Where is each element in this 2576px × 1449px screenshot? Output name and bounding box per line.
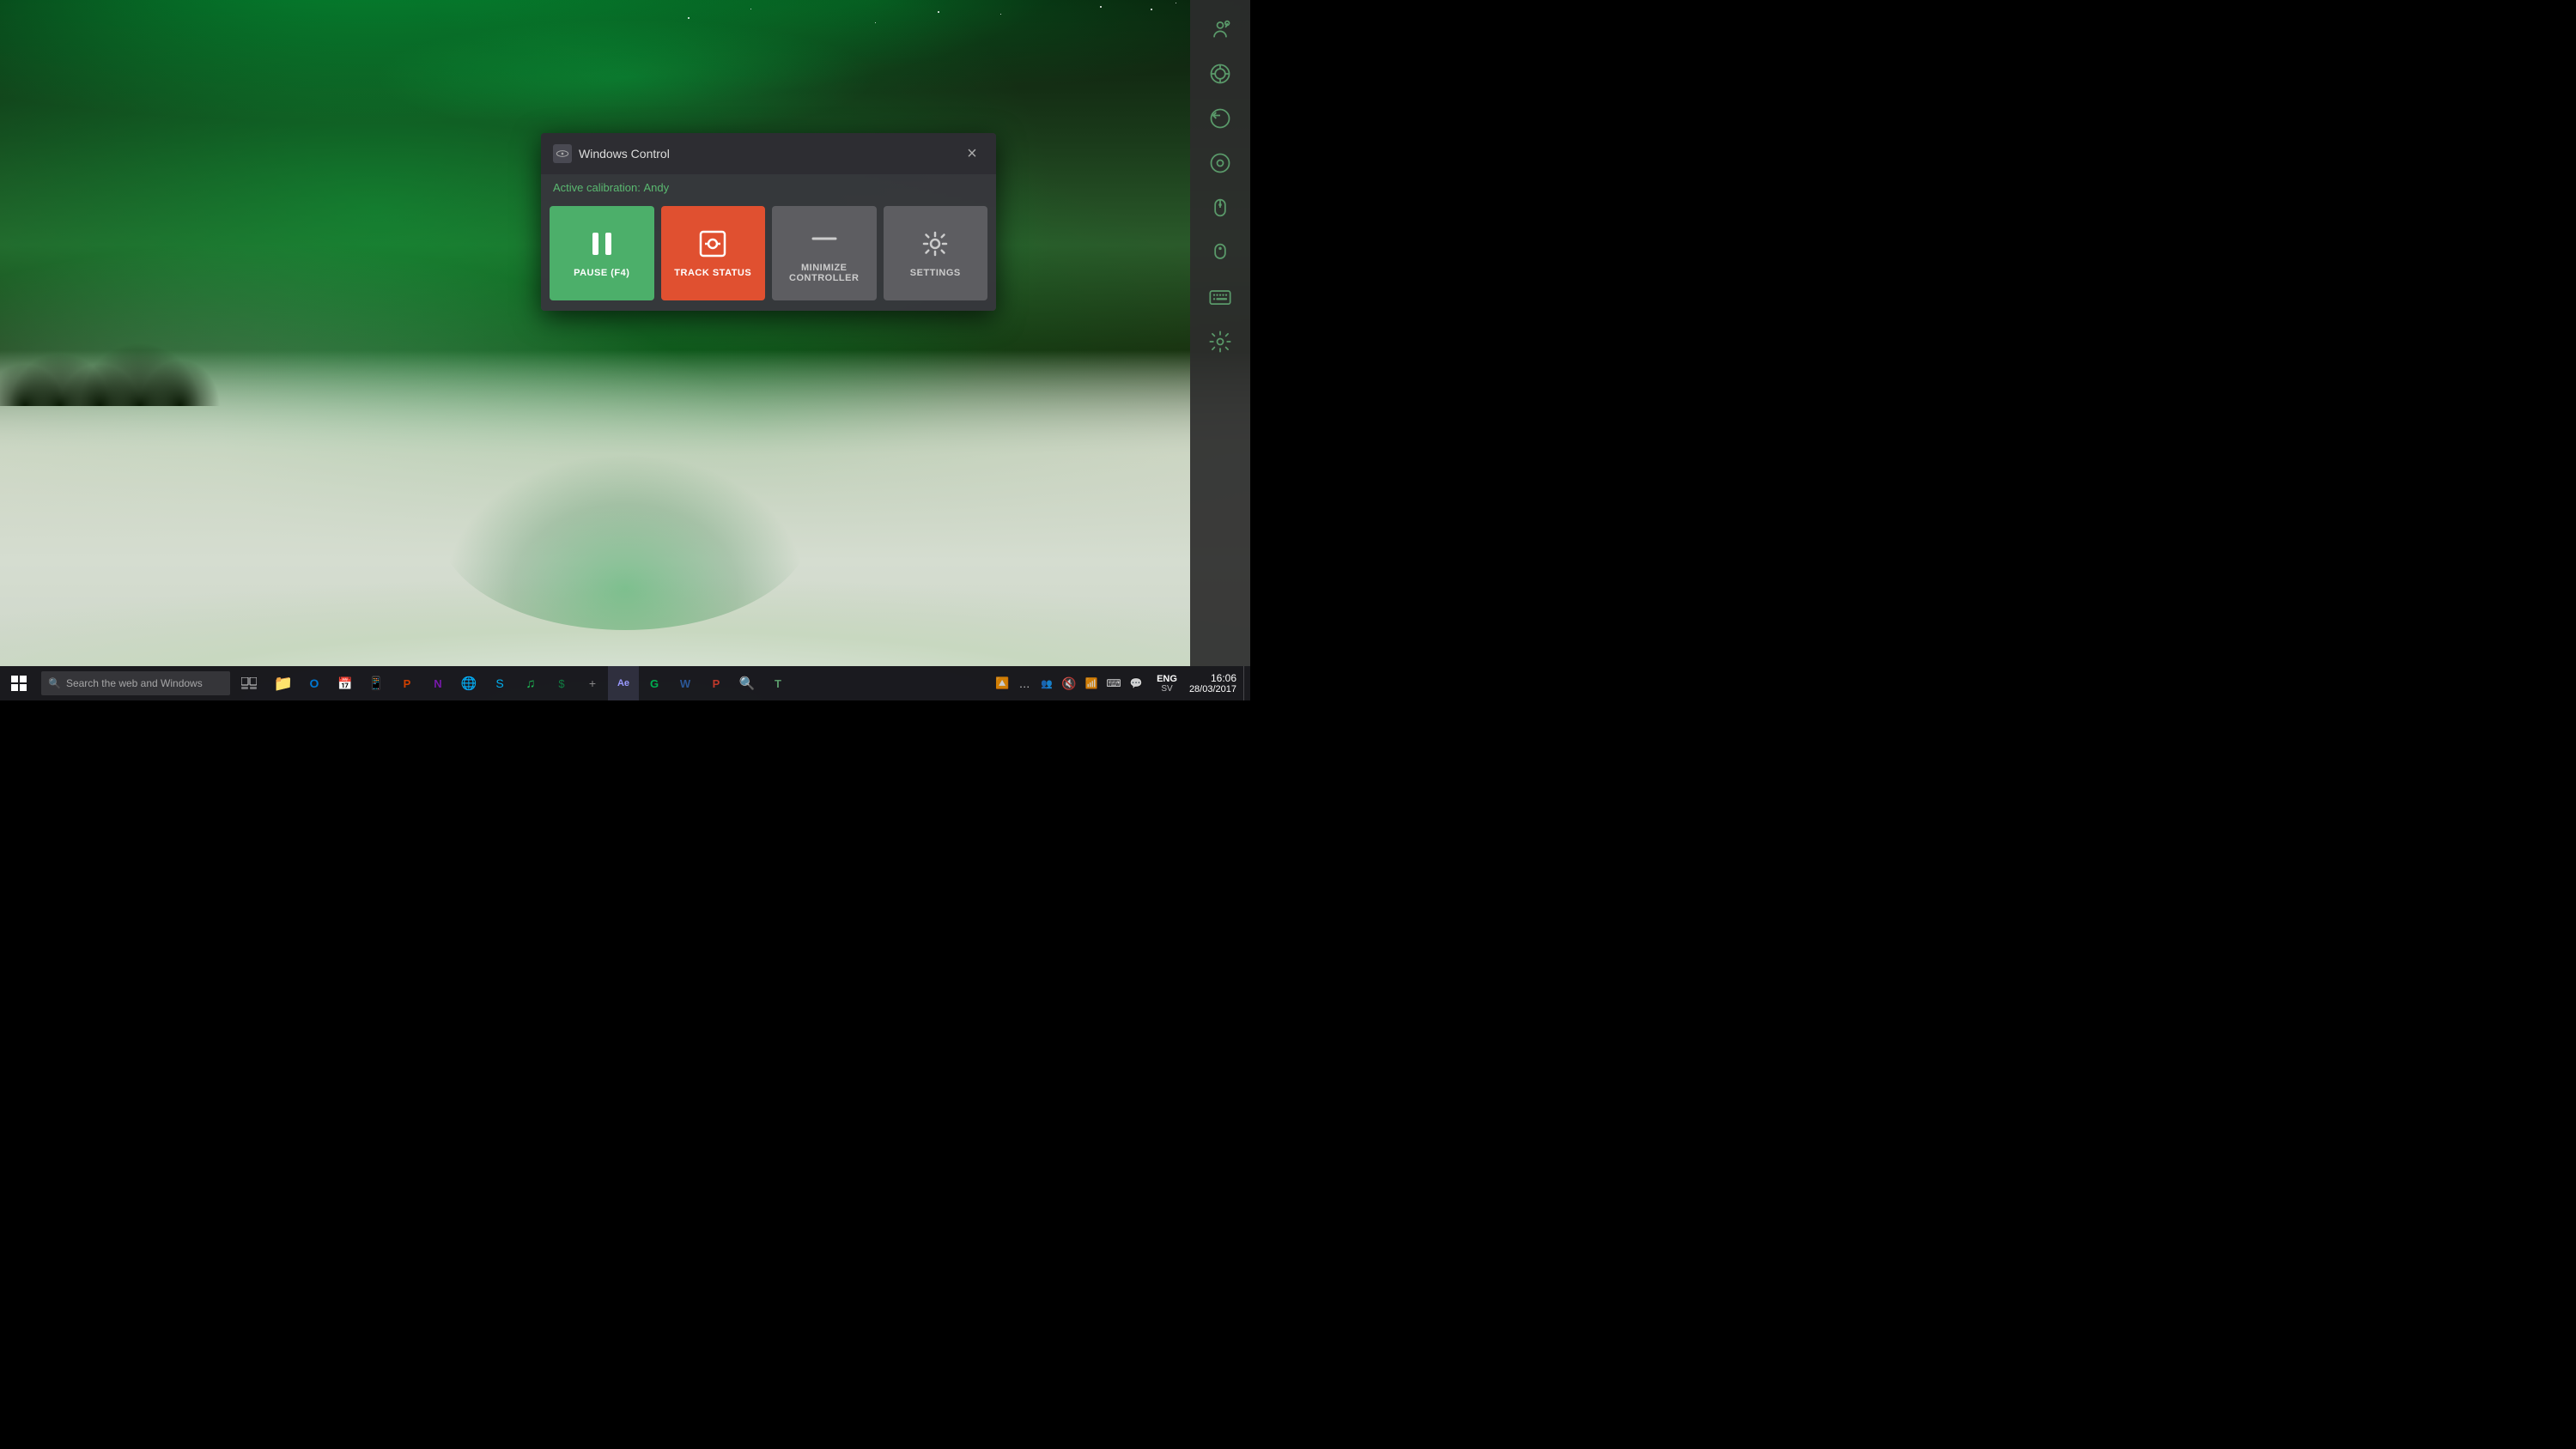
taskbar-app-pptx[interactable]: P xyxy=(701,666,732,700)
taskbar-language[interactable]: ENG SV xyxy=(1151,666,1182,700)
taskbar-app-green[interactable]: G xyxy=(639,666,670,700)
pause-button[interactable]: PAUSE (F4) xyxy=(550,206,654,300)
tray-wifi[interactable]: 📶 xyxy=(1081,666,1102,700)
dialog-title-text: Windows Control xyxy=(579,147,670,161)
taskbar-app-skype[interactable]: S xyxy=(484,666,515,700)
taskbar-app-powerpoint[interactable]: P xyxy=(392,666,422,700)
search-placeholder: Search the web and Windows xyxy=(66,677,203,689)
show-desktop-button[interactable] xyxy=(1243,666,1250,700)
taskbar-app-tobii[interactable]: T xyxy=(762,666,793,700)
dialog-title-area: Windows Control xyxy=(553,144,670,163)
taskbar-app-explorer[interactable]: 📁 xyxy=(268,666,299,700)
tray-network[interactable]: 👥 xyxy=(1036,666,1057,700)
taskbar-app-chrome[interactable]: 🌐 xyxy=(453,666,484,700)
subtitle-prefix: Active calibration: xyxy=(553,181,641,194)
dialog-titlebar: Windows Control × xyxy=(541,133,996,174)
sidebar-item-mouse[interactable] xyxy=(1201,189,1239,227)
taskbar-search[interactable]: 🔍 Search the web and Windows xyxy=(41,671,230,695)
taskbar-app-onenote[interactable]: N xyxy=(422,666,453,700)
task-view-button[interactable] xyxy=(234,666,264,700)
dialog-close-button[interactable]: × xyxy=(960,142,984,166)
pause-button-label: PAUSE (F4) xyxy=(574,268,629,278)
sidebar-item-interaction[interactable] xyxy=(1201,100,1239,137)
sidebar-item-profile[interactable] xyxy=(1201,144,1239,182)
river-reflection xyxy=(438,421,813,631)
system-tray: 🔼 … 👥 🔇 📶 ⌨ 💬 xyxy=(987,666,1151,700)
clock-date: 28/03/2017 xyxy=(1189,684,1236,694)
windows-logo-icon xyxy=(11,676,27,691)
dialog-subtitle: Active calibration: Andy xyxy=(541,174,996,201)
taskbar-app-word[interactable]: W xyxy=(670,666,701,700)
right-sidebar xyxy=(1190,0,1250,666)
language-code: ENG xyxy=(1157,674,1177,684)
sidebar-item-keyboard[interactable] xyxy=(1201,278,1239,316)
taskbar-app-spotify[interactable]: ♫ xyxy=(515,666,546,700)
taskbar-app-browser2[interactable]: 🔍 xyxy=(732,666,762,700)
tray-volume[interactable]: 🔇 xyxy=(1059,666,1079,700)
tray-keyboard[interactable]: ⌨ xyxy=(1103,666,1124,700)
track-button-label: TRACK STATUS xyxy=(674,268,751,278)
sidebar-item-mouse-settings[interactable] xyxy=(1201,233,1239,271)
settings-button-label: SETTINGS xyxy=(910,268,961,278)
start-button[interactable] xyxy=(0,666,38,700)
tray-more[interactable]: … xyxy=(1014,666,1035,700)
sidebar-item-eye-person[interactable] xyxy=(1201,10,1239,48)
dialog-buttons-container: PAUSE (F4) TRACK STATUS MINIMIZE CONTROL… xyxy=(541,201,996,311)
sidebar-item-settings[interactable] xyxy=(1201,323,1239,361)
language-sub: SV xyxy=(1161,684,1172,694)
taskbar-app-ae[interactable]: Ae xyxy=(608,666,639,700)
tray-chevron[interactable]: 🔼 xyxy=(992,666,1012,700)
desktop-background xyxy=(0,0,1250,700)
taskbar-clock[interactable]: 16:06 28/03/2017 xyxy=(1182,666,1243,700)
taskbar: 🔍 Search the web and Windows 📁 O 📅 📱 P N… xyxy=(0,666,1250,700)
settings-icon xyxy=(920,228,951,259)
minimize-icon xyxy=(809,223,840,254)
minimize-button-label: MINIMIZE CONTROLLER xyxy=(772,263,877,283)
taskbar-app-money[interactable]: $ xyxy=(546,666,577,700)
taskbar-apps: 📁 O 📅 📱 P N 🌐 S ♫ $ + Ae G W P 🔍 T xyxy=(264,666,987,700)
taskbar-app-calendar[interactable]: 📅 xyxy=(330,666,361,700)
task-view-icon xyxy=(241,677,257,689)
dialog-logo-icon xyxy=(553,144,572,163)
taskbar-app-whatsapp[interactable]: 📱 xyxy=(361,666,392,700)
track-status-button[interactable]: TRACK STATUS xyxy=(661,206,766,300)
calibration-name: Andy xyxy=(644,181,670,194)
track-icon xyxy=(697,228,728,259)
clock-time: 16:06 xyxy=(1211,672,1236,684)
pause-icon xyxy=(586,228,617,259)
taskbar-app-outlook[interactable]: O xyxy=(299,666,330,700)
settings-button[interactable]: SETTINGS xyxy=(884,206,988,300)
windows-control-dialog: Windows Control × Active calibration: An… xyxy=(541,133,996,311)
search-icon: 🔍 xyxy=(48,677,61,689)
taskbar-app-store[interactable]: + xyxy=(577,666,608,700)
tray-action-center[interactable]: 💬 xyxy=(1126,666,1146,700)
minimize-controller-button[interactable]: MINIMIZE CONTROLLER xyxy=(772,206,877,300)
tree-silhouettes xyxy=(0,196,500,406)
sidebar-item-calibration[interactable] xyxy=(1201,55,1239,93)
